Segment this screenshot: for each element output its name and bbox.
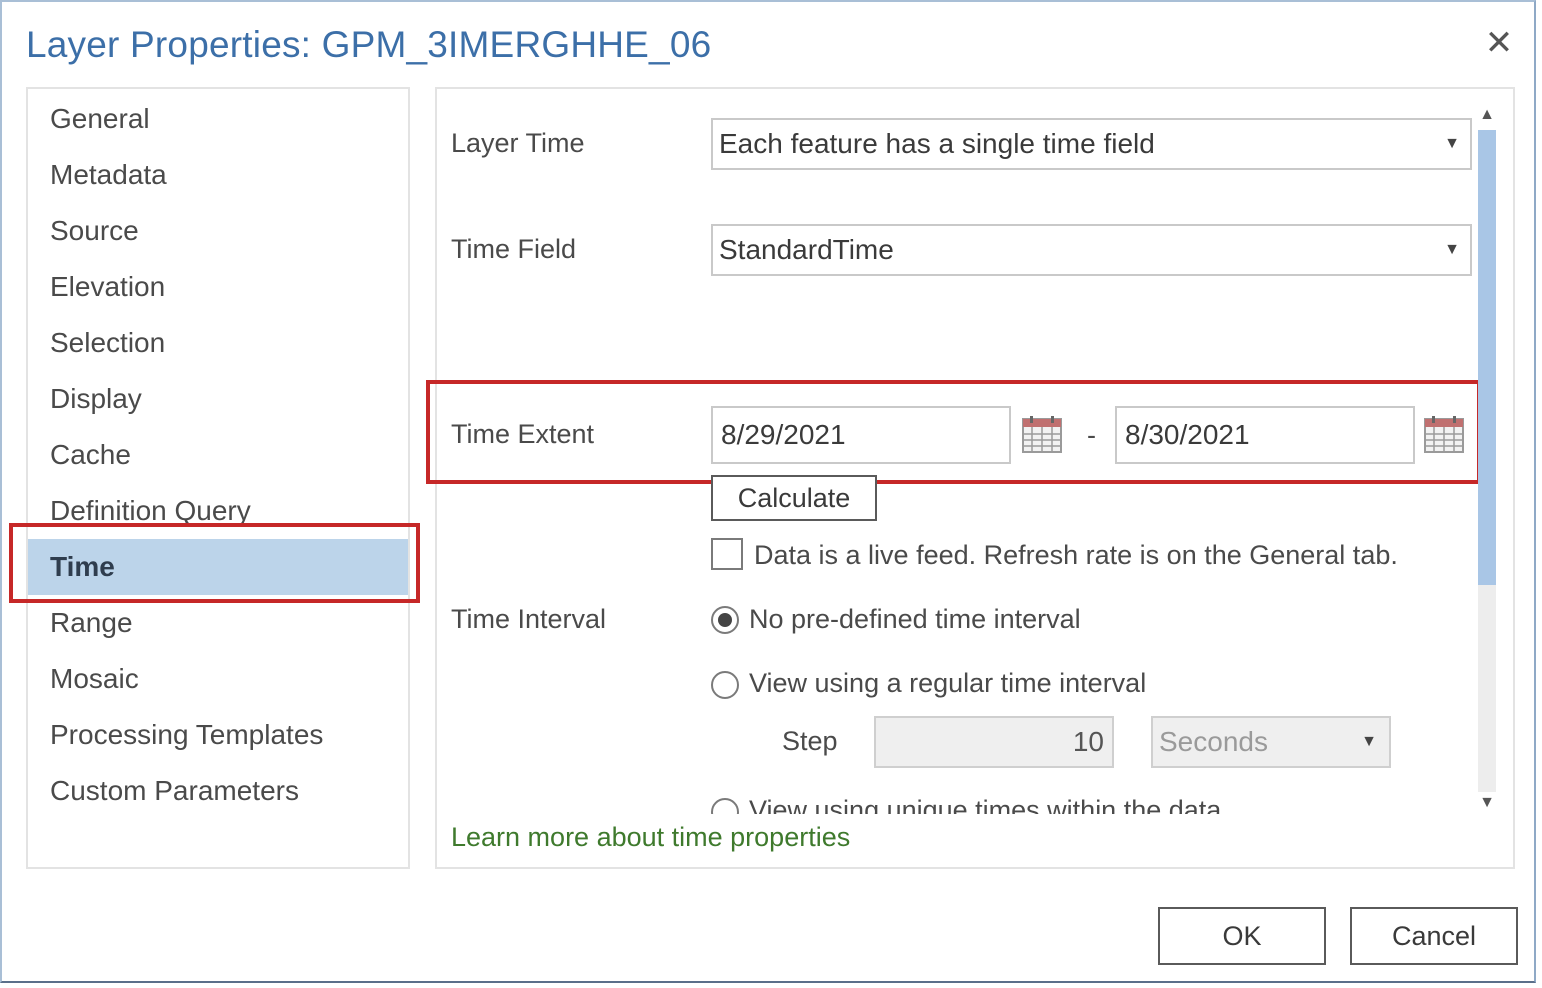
radio-unique-times[interactable]: [711, 798, 739, 814]
calculate-button[interactable]: Calculate: [711, 475, 877, 521]
nav-item-metadata[interactable]: Metadata: [28, 147, 408, 203]
live-feed-label: Data is a live feed. Refresh rate is on …: [754, 540, 1398, 570]
radio-no-interval[interactable]: [711, 606, 739, 634]
layer-time-value: Each feature has a single time field: [719, 128, 1155, 159]
scroll-up-icon[interactable]: ▲: [1478, 106, 1496, 124]
calendar-icon[interactable]: [1424, 415, 1464, 453]
time-interval-label: Time Interval: [451, 604, 607, 634]
time-field-label: Time Field: [451, 234, 577, 264]
close-icon[interactable]: ✕: [1480, 24, 1518, 62]
nav-item-custom-parameters[interactable]: Custom Parameters: [28, 763, 408, 819]
chevron-down-icon: ▼: [1361, 733, 1377, 750]
radio-regular-interval[interactable]: [711, 671, 739, 699]
nav-item-source[interactable]: Source: [28, 203, 408, 259]
chevron-down-icon: ▼: [1444, 135, 1460, 152]
time-field-dropdown[interactable]: StandardTime ▼: [711, 224, 1472, 276]
start-date-input[interactable]: 8/29/2021: [711, 406, 1011, 464]
time-field-value: StandardTime: [719, 234, 894, 265]
step-unit-value: Seconds: [1159, 726, 1268, 757]
step-label: Step: [782, 726, 838, 756]
nav-item-display[interactable]: Display: [28, 371, 408, 427]
time-extent-label: Time Extent: [451, 419, 595, 449]
end-date-input[interactable]: 8/30/2021: [1115, 406, 1415, 464]
layer-properties-dialog: Layer Properties: GPM_3IMERGHHE_06 ✕ Gen…: [0, 0, 1536, 983]
nav-item-processing-templates[interactable]: Processing Templates: [28, 707, 408, 763]
date-range-separator: -: [1087, 420, 1096, 450]
ok-button[interactable]: OK: [1158, 907, 1326, 965]
nav-item-range[interactable]: Range: [28, 595, 408, 651]
live-feed-checkbox[interactable]: [711, 538, 743, 570]
chevron-down-icon: ▼: [1444, 241, 1460, 258]
nav-item-cache[interactable]: Cache: [28, 427, 408, 483]
nav-item-mosaic[interactable]: Mosaic: [28, 651, 408, 707]
layer-time-dropdown[interactable]: Each feature has a single time field ▼: [711, 118, 1472, 170]
nav-item-time[interactable]: Time: [28, 539, 408, 595]
learn-more-link[interactable]: Learn more about time properties: [451, 822, 850, 853]
radio-regular-interval-label: View using a regular time interval: [749, 668, 1147, 698]
layer-time-label: Layer Time: [451, 128, 585, 158]
step-unit-dropdown[interactable]: Seconds ▼: [1151, 716, 1391, 768]
nav-item-definition-query[interactable]: Definition Query: [28, 483, 408, 539]
nav-item-elevation[interactable]: Elevation: [28, 259, 408, 315]
dialog-title: Layer Properties: GPM_3IMERGHHE_06: [26, 24, 712, 65]
nav-item-selection[interactable]: Selection: [28, 315, 408, 371]
calendar-icon[interactable]: [1022, 415, 1062, 453]
category-list: General Metadata Source Elevation Select…: [26, 87, 410, 869]
radio-unique-times-label: View using unique times within the data: [749, 795, 1222, 814]
radio-unique-clip: View using unique times within the data: [702, 792, 1402, 814]
nav-item-general[interactable]: General: [28, 91, 408, 147]
scrollbar-thumb[interactable]: [1478, 130, 1496, 585]
radio-no-interval-label: No pre-defined time interval: [749, 604, 1081, 634]
scroll-down-icon[interactable]: ▼: [1478, 794, 1496, 812]
step-value-input[interactable]: 10: [874, 716, 1114, 768]
cancel-button[interactable]: Cancel: [1350, 907, 1518, 965]
